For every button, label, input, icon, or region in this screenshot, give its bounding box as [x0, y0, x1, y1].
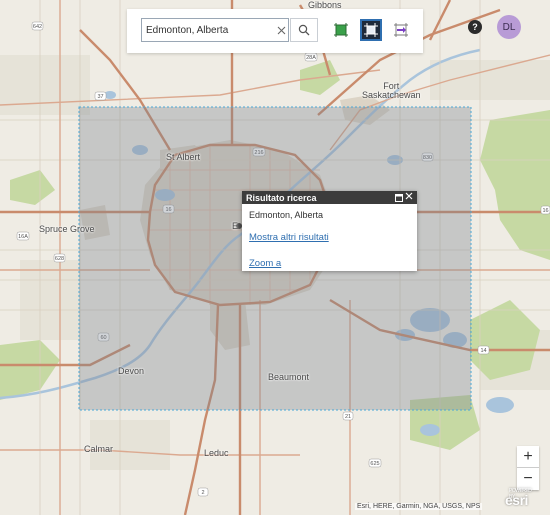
search-box — [141, 18, 289, 42]
label-devon: Devon — [118, 366, 145, 376]
shield-2: 2 — [201, 490, 204, 496]
zoom-in-button[interactable]: + — [517, 446, 539, 468]
shield-14: 14 — [480, 348, 486, 354]
popup-header: Risultato ricerca — [242, 191, 417, 204]
label-beaumont: Beaumont — [268, 372, 310, 382]
label-calmar: Calmar — [84, 444, 114, 454]
popup-body: Edmonton, Alberta Mostra altri risultati… — [242, 204, 417, 269]
select-area-icon — [334, 23, 348, 37]
shield-28a: 28A — [306, 55, 316, 61]
move-arrow-icon — [394, 23, 408, 37]
popup-result-text: Edmonton, Alberta — [249, 210, 324, 220]
shield-16-east: 16 — [542, 208, 548, 214]
label-leduc: Leduc — [204, 448, 229, 458]
popup-title: Risultato ricerca — [246, 192, 317, 203]
user-avatar[interactable]: DL — [497, 15, 521, 39]
esri-logo: POWERED BY esri — [505, 488, 532, 508]
show-more-results-link[interactable]: Mostra altri risultati — [249, 232, 417, 243]
maximize-icon — [394, 193, 403, 202]
search-result-popup: Risultato ricerca Edmonton, Alberta Most… — [242, 191, 417, 271]
search-icon — [298, 24, 310, 36]
search-toolbar — [127, 9, 423, 53]
clear-search-button[interactable] — [274, 22, 288, 38]
close-icon — [405, 192, 413, 200]
extent-icon — [364, 23, 378, 37]
label-spruce-grove: Spruce Grove — [39, 224, 95, 234]
label-edmonton: E — [232, 221, 239, 231]
shield-37: 37 — [97, 94, 103, 100]
search-button[interactable] — [290, 18, 318, 42]
zoom-out-button[interactable]: − — [517, 468, 539, 490]
logo-powered-by: POWERED BY — [509, 488, 532, 500]
shield-16a: 16A — [18, 234, 28, 240]
map-attribution: Esri, HERE, Garmin, NGA, USGS, NPS — [355, 503, 483, 510]
shield-642: 642 — [33, 24, 42, 30]
search-input[interactable] — [142, 24, 274, 36]
label-st-albert: St Albert — [166, 152, 201, 162]
maximize-popup-button[interactable] — [394, 193, 403, 202]
label-fort-saskatchewan: Fort Saskatchewan — [362, 81, 421, 101]
help-button[interactable]: ? — [468, 20, 482, 34]
zoom-control: + − — [517, 446, 539, 490]
select-features-button[interactable] — [330, 19, 352, 41]
zoom-to-link[interactable]: Zoom a — [249, 258, 417, 269]
shield-625: 625 — [370, 461, 379, 467]
close-icon — [277, 26, 285, 34]
shield-628: 628 — [55, 256, 64, 262]
extent-tool-button[interactable] — [360, 19, 382, 41]
move-extent-button[interactable] — [390, 19, 412, 41]
close-popup-button[interactable] — [404, 192, 414, 203]
shield-21: 21 — [345, 414, 351, 420]
